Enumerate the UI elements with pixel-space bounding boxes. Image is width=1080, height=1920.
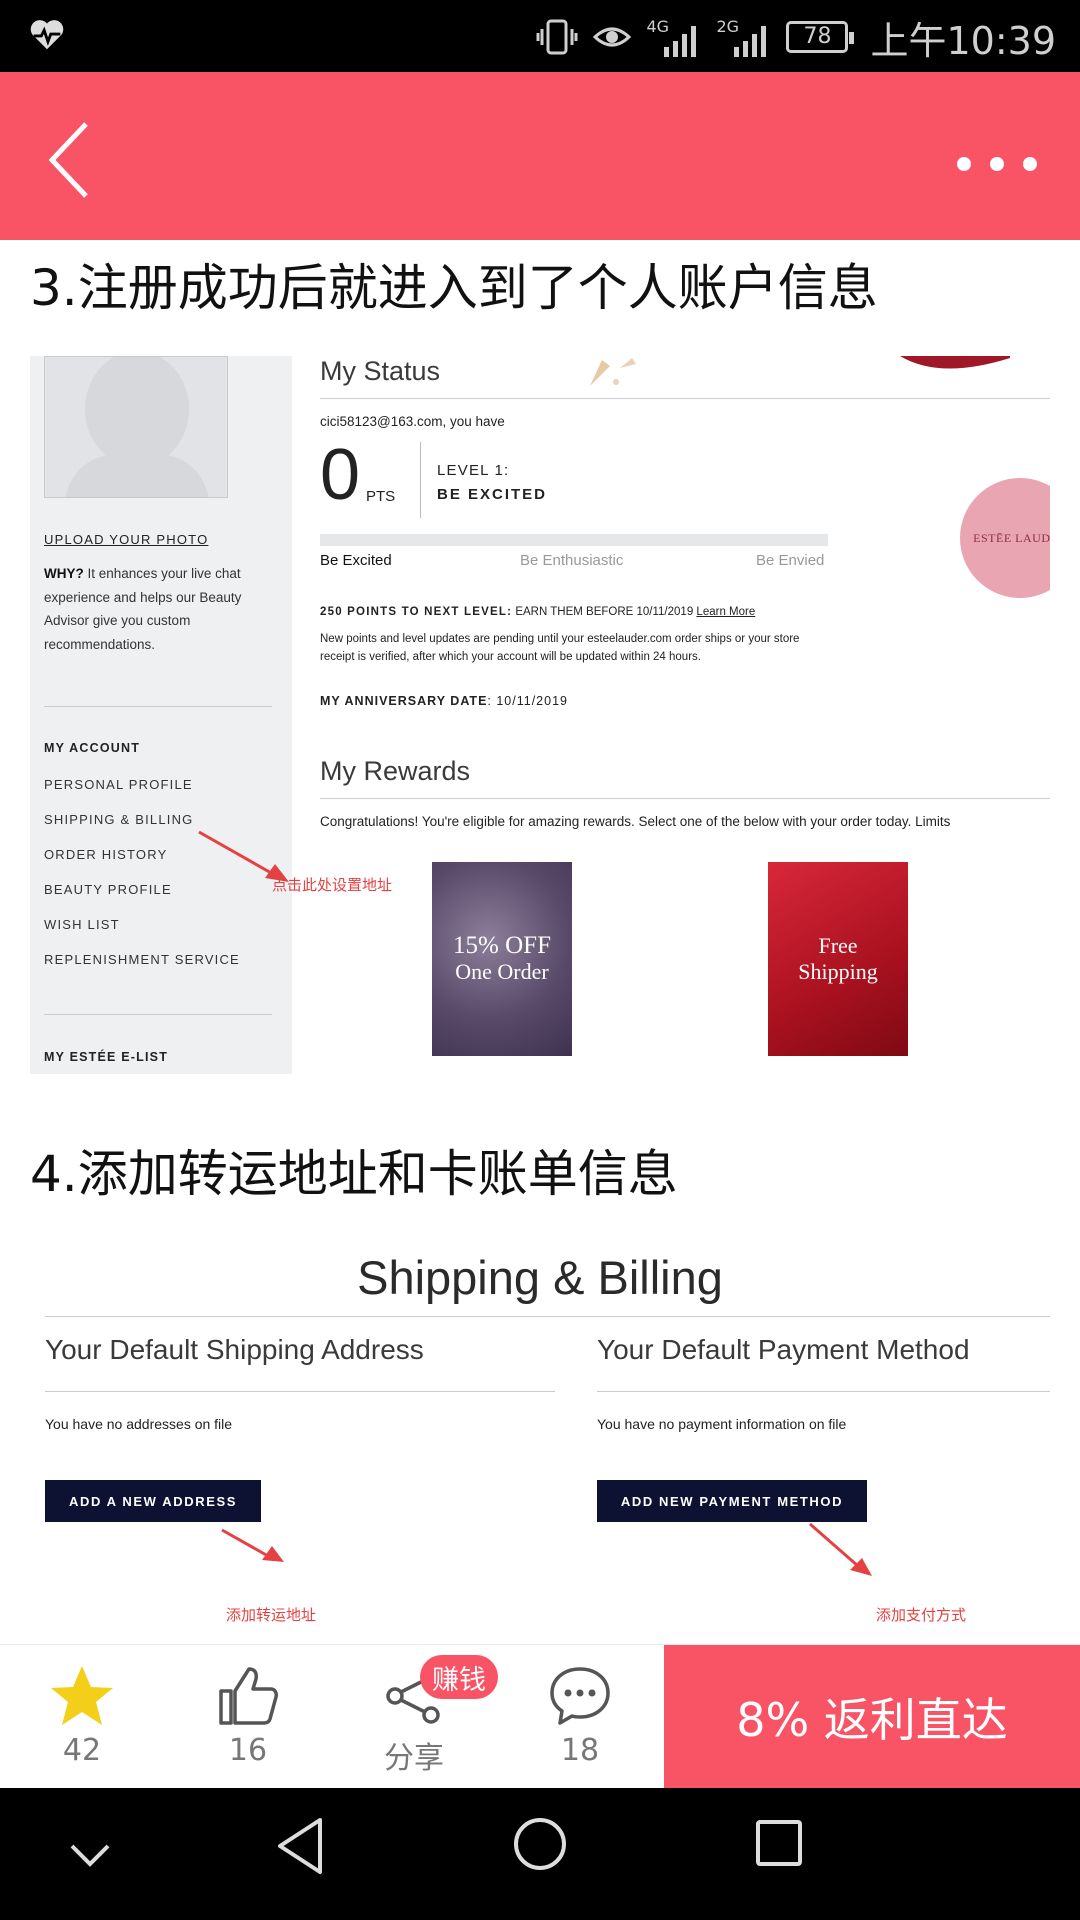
shipping-billing-title: Shipping & Billing — [357, 1251, 723, 1304]
decorative-lipstick-smear — [900, 356, 1010, 369]
learn-more-link[interactable]: Learn More — [696, 606, 755, 618]
my-account-title: MY ACCOUNT — [44, 741, 141, 755]
bottom-action-bar: 42 16 分享 赚钱 18 8% 返利直达 — [0, 1644, 1080, 1789]
step4-title: 4.添加转运地址和卡账单信息 — [30, 1145, 678, 1203]
shipping-heading: Your Default Shipping Address — [45, 1334, 424, 1365]
estee-elist-title: MY ESTÉE E-LIST — [44, 1050, 169, 1064]
eye-icon — [593, 27, 632, 47]
divider — [320, 398, 1050, 399]
divider — [420, 442, 421, 518]
status-bar: 4G 2G 78 上午10:39 — [0, 0, 1080, 72]
app-bar — [0, 72, 1080, 240]
rewards-intro: Congratulations! You're eligible for ama… — [320, 814, 951, 829]
level-tick-1: Be Excited — [320, 552, 392, 569]
person-silhouette-icon — [65, 357, 209, 497]
points-unit: PTS — [366, 488, 396, 505]
points-value: 0 — [320, 435, 361, 515]
annotation-add-address: 添加转运地址 — [226, 1606, 317, 1624]
level-progress-bar — [320, 534, 828, 546]
thumbs-up-icon — [219, 1667, 278, 1725]
menu-personal-profile[interactable]: PERSONAL PROFILE — [44, 777, 193, 792]
back-arrow-icon[interactable] — [44, 120, 100, 200]
star-icon — [51, 1666, 113, 1725]
like-button[interactable]: 16 — [188, 1645, 308, 1789]
home-circle-icon[interactable] — [512, 1816, 568, 1872]
avatar-placeholder[interactable] — [44, 356, 228, 498]
annotation-arrow — [809, 1522, 872, 1576]
level-label: LEVEL 1: — [437, 462, 510, 479]
anniversary-line: MY ANNIVERSARY DATE: 10/11/2019 — [320, 694, 568, 708]
my-status-heading: My Status — [320, 356, 441, 386]
annotation-add-payment: 添加支付方式 — [876, 1606, 967, 1624]
vibrate-icon — [536, 19, 578, 55]
level-tick-2: Be Enthusiastic — [520, 552, 624, 569]
chevron-down-icon[interactable] — [68, 1832, 112, 1876]
menu-beauty-profile[interactable]: BEAUTY PROFILE — [44, 882, 172, 897]
like-count: 16 — [228, 1733, 268, 1768]
share-label: 分享 — [384, 1741, 444, 1776]
divider — [597, 1391, 1050, 1392]
add-address-button[interactable]: ADD A NEW ADDRESS — [45, 1480, 261, 1522]
comment-count: 18 — [560, 1733, 600, 1768]
signal-4g: 4G — [646, 17, 702, 57]
account-sidebar: UPLOAD YOUR PHOTO WHY? It enhances your … — [30, 356, 292, 1074]
menu-wish-list[interactable]: WISH LIST — [44, 917, 120, 932]
status-icons: 4G 2G 78 上午10:39 — [536, 12, 1056, 63]
payment-empty: You have no payment information on file — [597, 1416, 847, 1432]
reward-free-shipping[interactable]: Free Shipping — [768, 862, 908, 1056]
battery-icon: 78 — [786, 21, 855, 53]
comment-icon — [550, 1667, 610, 1725]
favorite-count: 42 — [62, 1733, 102, 1768]
annotation-set-address: 点击此处设置地址 — [272, 876, 393, 894]
status-panel: My Status cici58123@163.com, you have 0 … — [320, 356, 1050, 1074]
shipping-billing-screenshot: Shipping & Billing Your Default Shipping… — [30, 1230, 1050, 1644]
more-options-icon[interactable] — [952, 152, 1042, 176]
payment-heading: Your Default Payment Method — [597, 1334, 970, 1365]
health-icon — [30, 20, 64, 50]
back-triangle-icon[interactable] — [272, 1816, 328, 1876]
menu-shipping-billing[interactable]: SHIPPING & BILLING — [44, 812, 193, 827]
my-rewards-heading: My Rewards — [320, 756, 471, 786]
account-screenshot: UPLOAD YOUR PHOTO WHY? It enhances your … — [30, 356, 1050, 1074]
upload-photo-link[interactable]: UPLOAD YOUR PHOTO — [44, 532, 208, 547]
reward-15-off[interactable]: 15% OFF One Order — [432, 862, 572, 1056]
menu-order-history[interactable]: ORDER HISTORY — [44, 847, 167, 862]
divider — [44, 1014, 272, 1015]
decorative-glitter — [590, 358, 636, 386]
recents-square-icon[interactable] — [754, 1818, 804, 1868]
shipping-empty: You have no addresses on file — [45, 1416, 233, 1432]
article-content: 3.注册成功后就进入到了个人账户信息 UPLOAD YOUR PHOTO WHY… — [0, 240, 1080, 1644]
annotation-arrow — [221, 1528, 284, 1562]
divider — [45, 1391, 555, 1392]
pending-note: New points and level updates are pending… — [320, 633, 800, 663]
divider — [45, 1316, 1050, 1317]
clock: 上午10:39 — [870, 18, 1056, 63]
signal-2g: 2G — [716, 17, 772, 57]
earn-money-badge: 赚钱 — [420, 1655, 498, 1699]
divider — [44, 706, 272, 707]
estee-lauder-logo: ESTĒE LAUDER — [960, 478, 1050, 598]
system-nav-bar — [0, 1788, 1080, 1920]
divider — [320, 798, 1050, 799]
menu-replenishment[interactable]: REPLENISHMENT SERVICE — [44, 952, 240, 967]
comment-button[interactable]: 18 — [520, 1645, 640, 1789]
next-level-line: 250 POINTS TO NEXT LEVEL: EARN THEM BEFO… — [320, 606, 756, 618]
level-tick-3: Be Envied — [756, 552, 825, 569]
favorite-button[interactable]: 42 — [22, 1645, 142, 1789]
step3-title: 3.注册成功后就进入到了个人账户信息 — [30, 259, 878, 317]
why-text: WHY? It enhances your live chat experien… — [44, 566, 242, 652]
level-name: BE EXCITED — [437, 486, 548, 503]
add-payment-button[interactable]: ADD NEW PAYMENT METHOD — [597, 1480, 867, 1522]
email-line: cici58123@163.com, you have — [320, 414, 505, 429]
cashback-cta-button[interactable]: 8% 返利直达 — [664, 1645, 1080, 1789]
